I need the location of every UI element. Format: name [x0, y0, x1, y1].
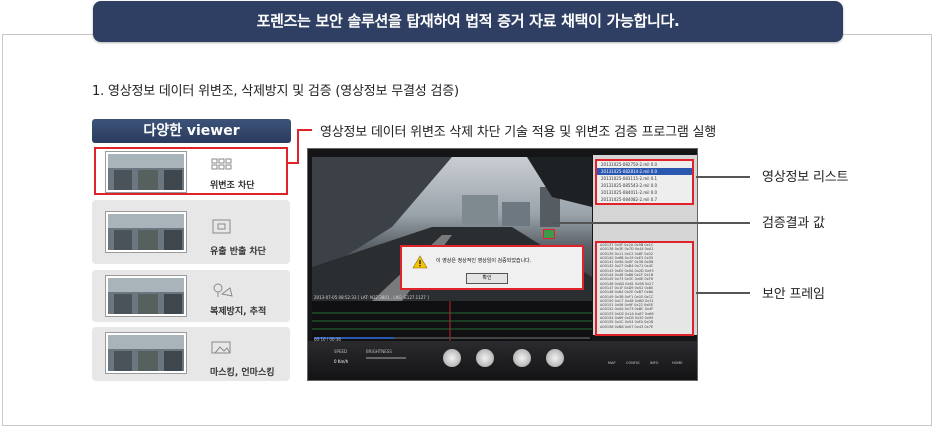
callout-list: 영상정보 리스트 [762, 170, 849, 185]
callout-result: 검증결과 값 [762, 216, 825, 231]
thumbnail-image [106, 276, 186, 316]
player-controls: SPEED 0 Km/h BRIGHTNESS MAP CONFIG INFO … [308, 341, 697, 380]
menu-info[interactable]: INFO [650, 361, 658, 365]
speed-value: 0 Km/h [334, 359, 349, 364]
dialog-message: 이 영상은 정상적인 영상임이 검증되었습니다. [436, 258, 532, 264]
list-row[interactable]: 20131025-084011-2.mil 0.0 [597, 189, 692, 196]
menu-config[interactable]: CONFIG [626, 361, 640, 365]
feature-label: 복제방지, 추적 [210, 307, 267, 317]
brightness-label: BRIGHTNESS [366, 349, 392, 354]
thumbnail-image [106, 212, 186, 252]
callout-connector [696, 292, 750, 294]
gps-timestamp: 2013-07-05 08:52:33 [ LAT: N37.3801 , LN… [314, 295, 429, 300]
callout-connector [297, 129, 299, 164]
screen-block-icon [210, 218, 234, 236]
security-frame-list: A00137 0x5F 0x2A 0x9B 0x1C A00138 0x3E 0… [595, 241, 694, 336]
frame-row: A00156 0xB8 0x07 0x43 0x7E [600, 324, 654, 329]
section-title: 1. 영상정보 데이터 위변조, 삭제방지 및 검증 (영상정보 무결성 검증) [92, 84, 459, 99]
callout-connector [297, 129, 312, 131]
video-list[interactable]: 20131025-082750-2.mil 0.0 20131025-08281… [595, 159, 694, 205]
play-button[interactable] [513, 349, 531, 367]
list-row[interactable]: 20131025-082750-2.mil 0.0 [597, 161, 692, 168]
viewer-badge: 다양한 viewer [92, 119, 291, 143]
callout-connector [553, 222, 750, 224]
callout-top: 영상정보 데이터 위변조 삭제 차단 기술 적용 및 위변조 검증 프로그램 실… [320, 125, 717, 140]
list-row[interactable]: 20131025-085543-2.mil 0.0 [597, 182, 692, 189]
verification-dialog: 이 영상은 정상적인 영상임이 검증되었습니다. 확인 [400, 245, 584, 290]
prev-button[interactable] [443, 349, 461, 367]
headline-banner: 포렌즈는 보안 솔루션을 탑재하여 법적 증거 자료 채택이 가능합니다. [93, 1, 843, 42]
mask-icon [210, 339, 234, 357]
sensor-graph [312, 301, 592, 341]
next-button[interactable] [546, 349, 564, 367]
brightness-slider[interactable] [366, 357, 406, 359]
map-pin-icon [210, 282, 234, 300]
feature-label: 마스킹, 언마스킹 [210, 368, 275, 378]
result-marker [543, 229, 555, 239]
pause-button[interactable] [476, 349, 494, 367]
list-row-selected[interactable]: 20131025-082814-2.mil 0.0 [597, 168, 692, 175]
highlight-outline [94, 147, 288, 195]
menu-map[interactable]: MAP [608, 361, 616, 365]
speed-label: SPEED [334, 349, 348, 354]
feature-card-copy-protect[interactable]: 복제방지, 추적 [92, 270, 290, 322]
viewer-screenshot: 이 영상은 정상적인 영상임이 검증되었습니다. 확인 2013-07-05 0… [307, 148, 698, 381]
list-row[interactable]: 20131025-084082-2.mil 0.7 [597, 196, 692, 203]
dialog-confirm-button[interactable]: 확인 [466, 273, 508, 284]
warning-icon [412, 255, 428, 269]
feature-card-masking[interactable]: 마스킹, 언마스킹 [92, 327, 290, 381]
callout-frame: 보안 프레임 [762, 287, 825, 302]
callout-connector [696, 176, 750, 178]
menu-home[interactable]: HOME [672, 361, 683, 365]
feature-label: 유출 반출 차단 [210, 247, 266, 257]
thumbnail-image [106, 333, 186, 373]
list-row[interactable]: 20131025-083115-2.mil 0.1 [597, 175, 692, 182]
feature-card-leak-block[interactable]: 유출 반출 차단 [92, 200, 290, 264]
